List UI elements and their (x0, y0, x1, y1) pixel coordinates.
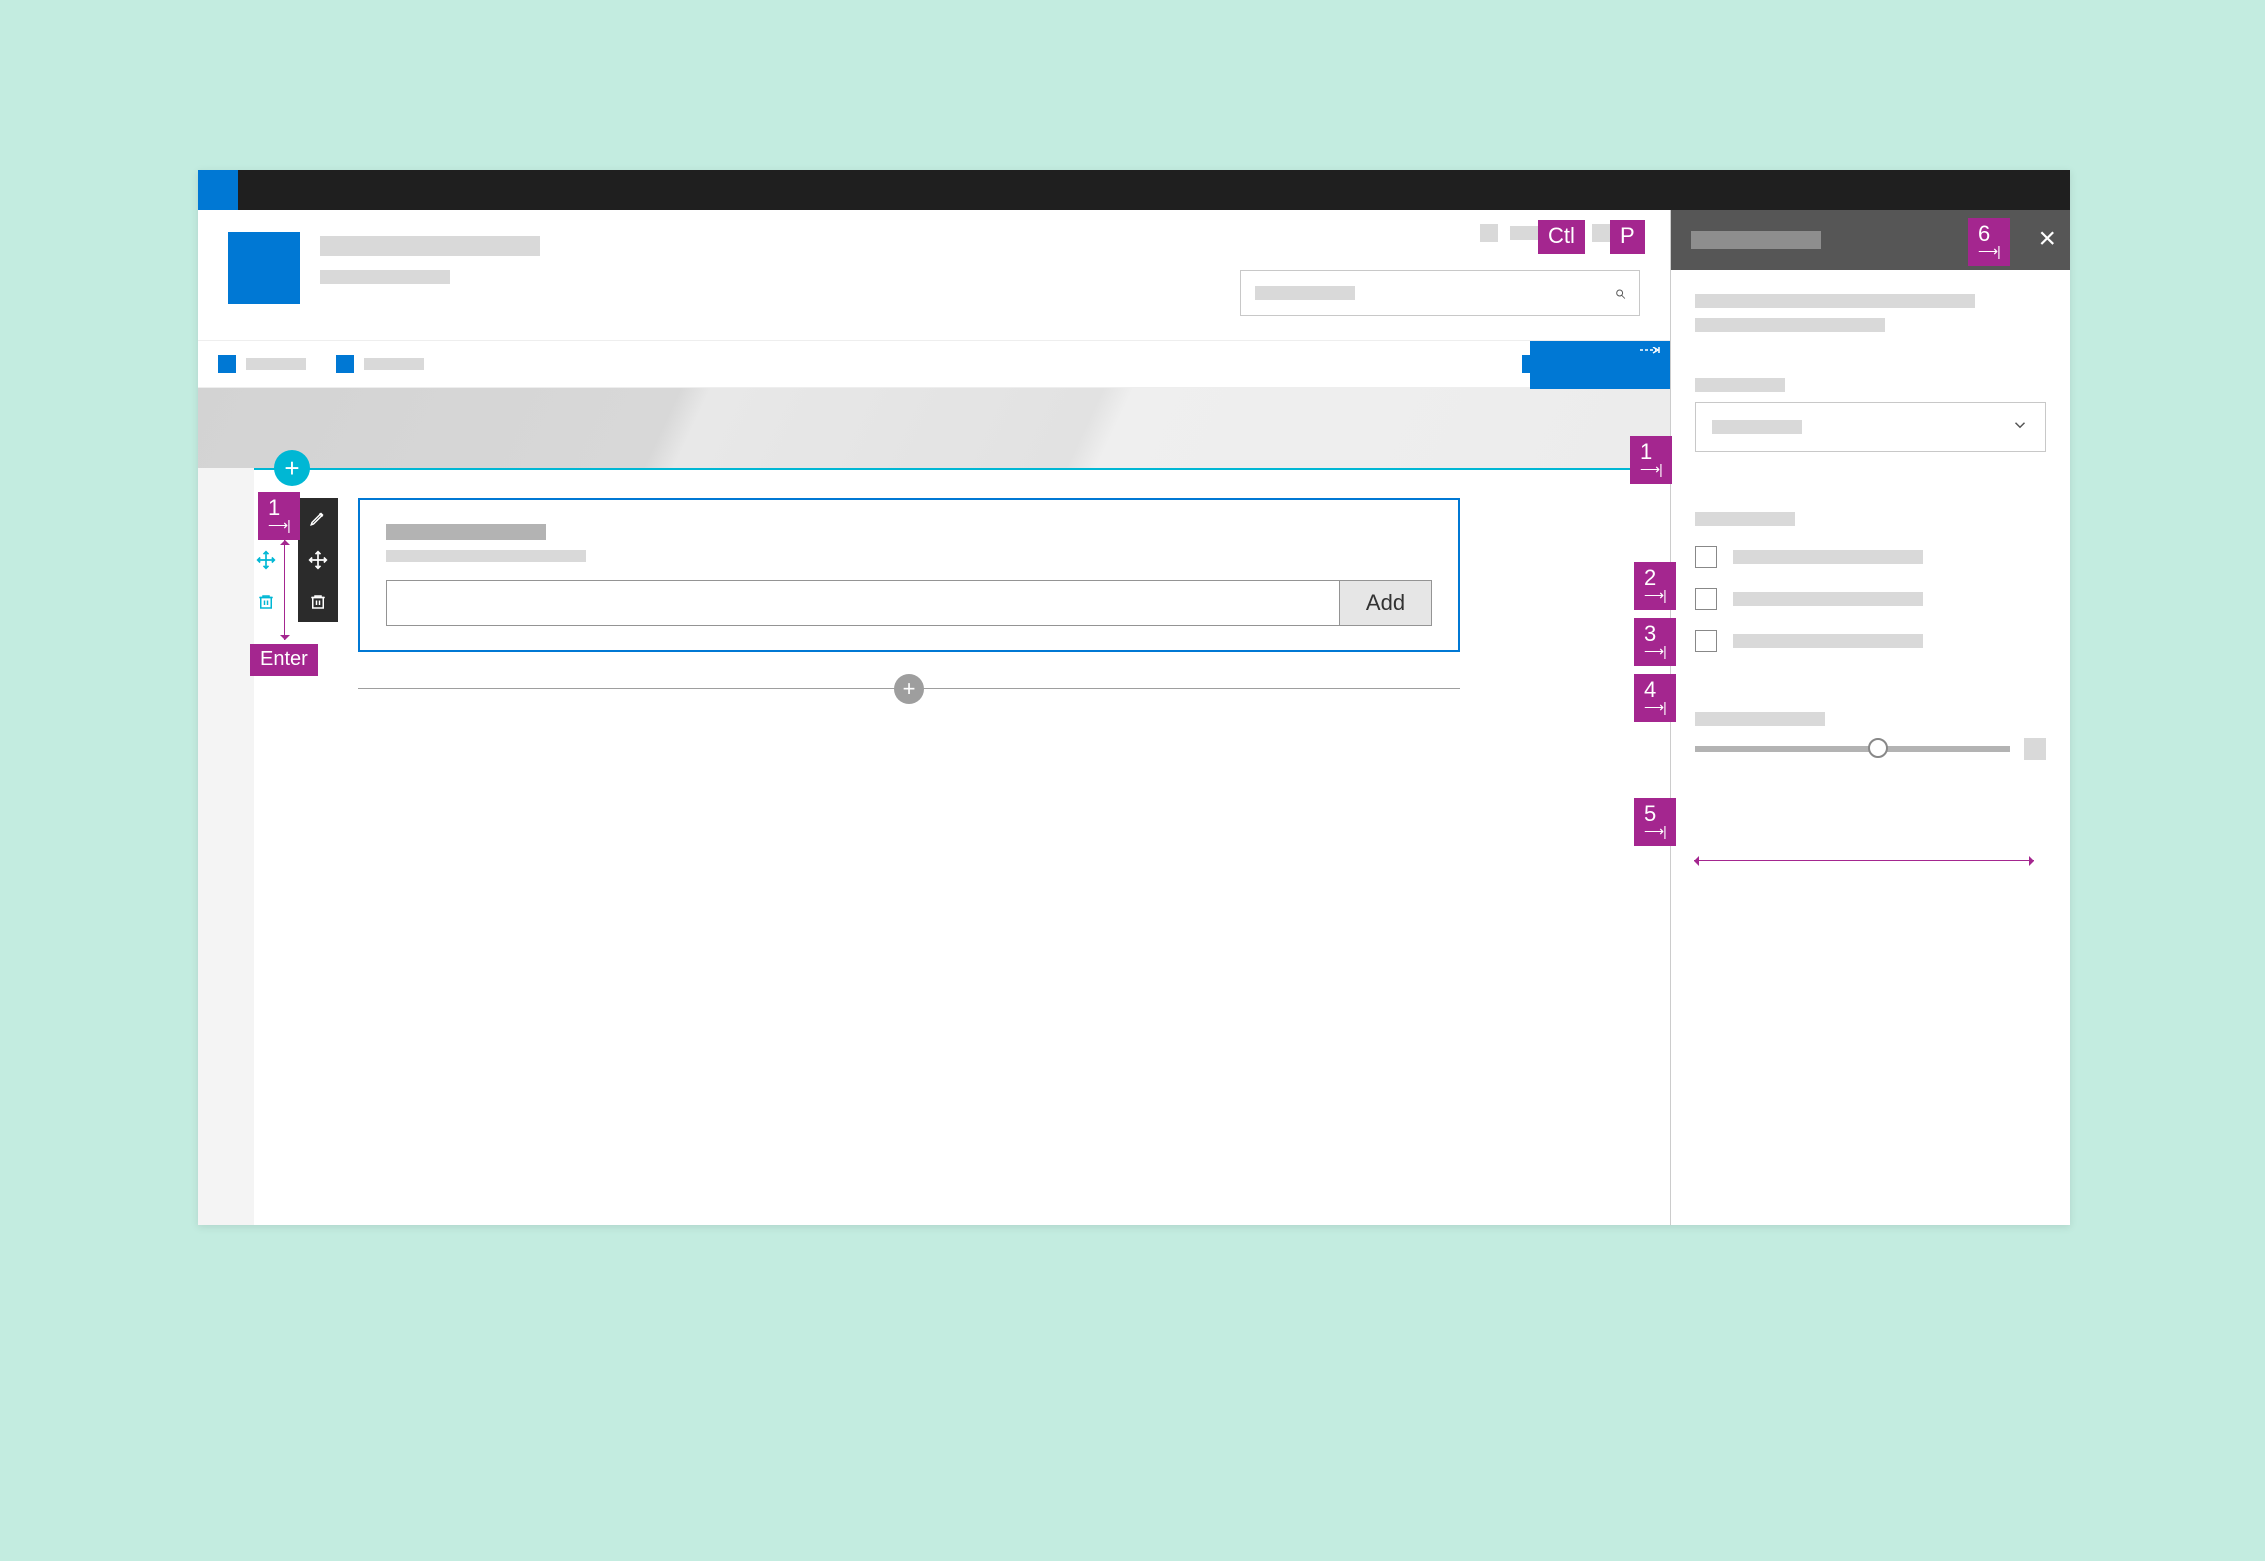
move-icon-dark[interactable] (306, 548, 330, 572)
nav-icon-1 (218, 355, 236, 373)
pencil-icon[interactable] (306, 506, 330, 530)
checkbox-1-label (1733, 550, 1923, 564)
tab-forward-icon (1640, 347, 1660, 359)
site-subtitle (320, 270, 450, 284)
page-canvas: + (198, 468, 1670, 1225)
property-pane: × (1670, 210, 2070, 1225)
slider-label (1695, 712, 1825, 726)
nav-icon-2 (336, 355, 354, 373)
annotation-4: 4⟶| (1634, 674, 1676, 722)
annotation-enter: Enter (250, 644, 318, 676)
dropdown-label (1695, 378, 1785, 392)
checkbox-row-3[interactable] (1695, 630, 2046, 652)
close-icon[interactable]: × (2038, 222, 2056, 256)
slider-double-arrow (1694, 860, 2034, 861)
slider[interactable] (1695, 746, 2010, 752)
checkbox-2[interactable] (1695, 588, 1717, 610)
delete-icon-dark[interactable] (306, 590, 330, 614)
site-title (320, 236, 540, 256)
app-launcher-button[interactable] (198, 170, 238, 210)
annotation-1b: 1 ⟶| (258, 492, 300, 540)
nav-item-active[interactable] (1530, 341, 1670, 389)
move-icon[interactable] (254, 548, 278, 572)
cmd-icon-1[interactable] (1480, 224, 1498, 242)
vertical-arrow (284, 540, 285, 640)
site-header: ⌕ (198, 210, 1670, 340)
annotation-1: 1 ⟶| (1630, 436, 1672, 484)
annotation-5: 5⟶| (1634, 798, 1676, 846)
annotation-3: 3⟶| (1634, 618, 1676, 666)
annotation-p: P (1610, 220, 1645, 254)
plus-icon[interactable]: + (894, 674, 924, 704)
add-section-divider[interactable]: + (358, 688, 1460, 689)
section-border-top (198, 468, 1670, 470)
property-pane-body (1671, 270, 2070, 784)
slider-value-box (2024, 738, 2046, 760)
delete-icon[interactable] (254, 590, 278, 614)
chevron-down-icon (2011, 416, 2029, 439)
nav-item-1[interactable] (218, 355, 306, 373)
checkbox-row-1[interactable] (1695, 546, 2046, 568)
add-section-button[interactable]: + (274, 450, 310, 486)
checkbox-2-label (1733, 592, 1923, 606)
slider-thumb[interactable] (1868, 738, 1888, 758)
nav-label-2 (364, 358, 424, 370)
top-nav (198, 340, 1670, 388)
checkbox-3[interactable] (1695, 630, 1717, 652)
annotation-2: 2⟶| (1634, 562, 1676, 610)
webpart-selected[interactable]: Add (358, 498, 1460, 652)
prop-desc-line1 (1695, 294, 1975, 308)
checkbox-row-2[interactable] (1695, 588, 2046, 610)
checkbox-group-label (1695, 512, 1795, 526)
search-placeholder (1255, 286, 1355, 300)
site-logo[interactable] (228, 232, 300, 304)
property-pane-header: × (1671, 210, 2070, 270)
prop-dropdown[interactable] (1695, 402, 2046, 452)
annotation-6: 6⟶| (1968, 218, 2010, 266)
dropdown-value (1712, 420, 1802, 434)
nav-label-1 (246, 358, 306, 370)
title-bar (198, 170, 2070, 210)
search-icon[interactable]: ⌕ (1614, 282, 1625, 305)
search-box[interactable]: ⌕ (1240, 270, 1640, 316)
annotation-ctl: Ctl (1538, 220, 1585, 254)
webpart-title (386, 524, 546, 540)
webpart-subtitle (386, 550, 586, 562)
add-button[interactable]: Add (1340, 580, 1432, 626)
hero-banner (198, 388, 1670, 468)
property-pane-title (1691, 231, 1821, 249)
checkbox-3-label (1733, 634, 1923, 648)
app-window: × (198, 170, 2070, 1225)
prop-desc-line2 (1695, 318, 1885, 332)
nav-item-2[interactable] (336, 355, 424, 373)
checkbox-1[interactable] (1695, 546, 1717, 568)
cmd-icon-2[interactable] (1592, 224, 1610, 242)
webpart-toolbar (298, 498, 338, 622)
webpart-text-input[interactable] (386, 580, 1340, 626)
